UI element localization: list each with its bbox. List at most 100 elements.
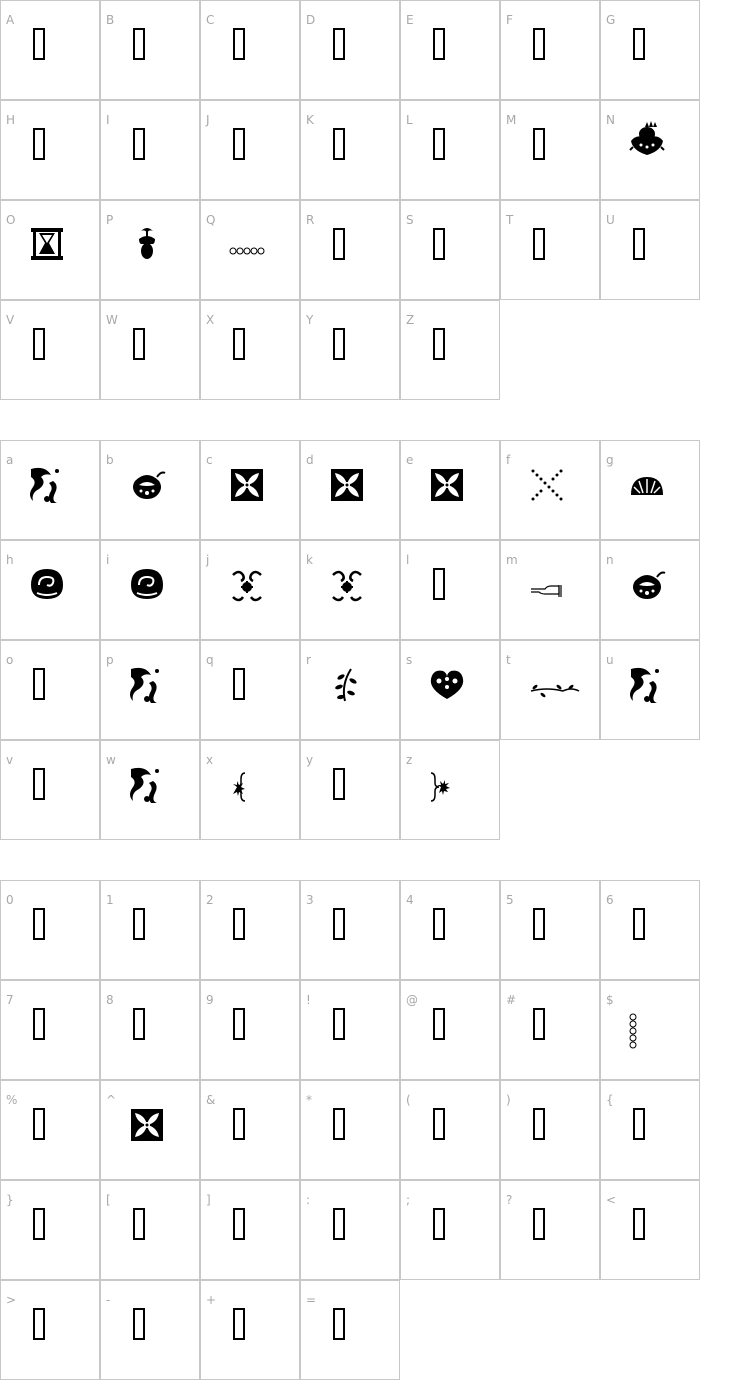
glyph-cell[interactable]: : [300,1180,400,1280]
glyph-cell[interactable]: s [400,640,500,740]
scroll-corner-ornament-icon [101,741,201,841]
missing-box-icon [1,881,101,981]
glyph-cell[interactable]: ] [200,1180,300,1280]
glyph-cell[interactable]: y [300,740,400,840]
glyph-cell[interactable]: M [500,100,600,200]
glyph-cell[interactable]: Z [400,300,500,400]
glyph-cell[interactable]: D [300,0,400,100]
glyph-cell[interactable]: u [600,640,700,740]
glyph-cell[interactable]: E [400,0,500,100]
glyph-cell[interactable]: b [100,440,200,540]
glyph-cell[interactable]: ? [500,1180,600,1280]
glyph-cell[interactable]: { [600,1080,700,1180]
glyph-cell[interactable]: h [0,540,100,640]
glyph-cell[interactable]: e [400,440,500,540]
glyph-cell[interactable]: A [0,0,100,100]
glyph-cell[interactable]: + [200,1280,300,1380]
glyph-cell[interactable]: Y [300,300,400,400]
glyph-cell[interactable]: j [200,540,300,640]
glyph-cell[interactable]: [ [100,1180,200,1280]
glyph-cell[interactable]: n [600,540,700,640]
glyph-cell[interactable]: i [100,540,200,640]
glyph-cell[interactable]: } [0,1180,100,1280]
glyph-cell[interactable]: R [300,200,400,300]
glyph-cell[interactable]: ^ [100,1080,200,1180]
missing-box-icon [601,1081,701,1181]
glyph-cell[interactable]: > [0,1280,100,1380]
glyph-cell[interactable]: w [100,740,200,840]
glyph-cell[interactable]: H [0,100,100,200]
glyph-cell[interactable]: T [500,200,600,300]
glyph-cell[interactable]: 4 [400,880,500,980]
glyph-cell[interactable]: x [200,740,300,840]
glyph-cell[interactable]: ; [400,1180,500,1280]
glyph-cell[interactable]: % [0,1080,100,1180]
missing-box-icon [1,641,101,741]
glyph-cell[interactable]: O [0,200,100,300]
glyph-cell[interactable]: 0 [0,880,100,980]
glyph-cell[interactable]: ) [500,1080,600,1180]
glyph-cell[interactable]: 2 [200,880,300,980]
left-brace-flower-icon [201,741,301,841]
missing-box-icon [201,101,301,201]
missing-box-icon [201,1,301,101]
glyph-cell[interactable]: k [300,540,400,640]
glyph-cell[interactable]: z [400,740,500,840]
glyph-cell[interactable]: ( [400,1080,500,1180]
missing-box-icon [301,881,401,981]
glyph-cell[interactable]: l [400,540,500,640]
glyph-cell[interactable]: $ [600,980,700,1080]
glyph-cell[interactable]: 7 [0,980,100,1080]
glyph-cell[interactable]: < [600,1180,700,1280]
glyph-cell[interactable]: @ [400,980,500,1080]
glyph-cell[interactable]: G [600,0,700,100]
glyph-cell[interactable]: v [0,740,100,840]
glyph-cell[interactable]: B [100,0,200,100]
square-ornament-icon [101,1081,201,1181]
glyph-cell[interactable]: o [0,640,100,740]
glyph-cell[interactable]: d [300,440,400,540]
glyph-cell[interactable]: t [500,640,600,740]
glyph-cell[interactable]: P [100,200,200,300]
glyph-cell[interactable]: W [100,300,200,400]
glyph-cell[interactable]: K [300,100,400,200]
missing-box-icon [401,1181,501,1281]
glyph-cell[interactable]: g [600,440,700,540]
glyph-cell[interactable]: # [500,980,600,1080]
glyph-cell[interactable]: ! [300,980,400,1080]
glyph-cell[interactable]: Q [200,200,300,300]
glyph-cell[interactable]: q [200,640,300,740]
glyph-cell[interactable]: r [300,640,400,740]
glyph-cell[interactable]: C [200,0,300,100]
glyph-cell[interactable]: p [100,640,200,740]
glyph-cell[interactable]: m [500,540,600,640]
missing-box-icon [401,541,501,641]
glyph-cell[interactable]: * [300,1080,400,1180]
scroll-corner-ornament-icon [101,641,201,741]
glyph-cell[interactable]: 6 [600,880,700,980]
glyph-cell[interactable]: V [0,300,100,400]
glyph-cell[interactable]: N [600,100,700,200]
glyph-cell[interactable]: & [200,1080,300,1180]
glyph-cell[interactable]: 8 [100,980,200,1080]
laurel-horizontal-icon [501,641,601,741]
glyph-cell[interactable]: = [300,1280,400,1380]
glyph-cell[interactable]: 5 [500,880,600,980]
glyph-cell[interactable]: J [200,100,300,200]
glyph-cell[interactable]: 9 [200,980,300,1080]
glyph-cell[interactable]: f [500,440,600,540]
glyph-cell[interactable]: I [100,100,200,200]
glyph-cell[interactable]: F [500,0,600,100]
glyph-cell[interactable]: U [600,200,700,300]
glyph-cell[interactable]: 3 [300,880,400,980]
glyph-cell[interactable]: 1 [100,880,200,980]
glyph-cell[interactable]: L [400,100,500,200]
glyph-cell[interactable]: X [200,300,300,400]
glyph-cell[interactable]: S [400,200,500,300]
glyph-cell[interactable]: a [0,440,100,540]
missing-box-icon [601,201,701,301]
glyph-cell[interactable]: c [200,440,300,540]
missing-box-icon [501,101,601,201]
glyph-cell[interactable]: - [100,1280,200,1380]
acorn-ornament-icon [101,201,201,301]
